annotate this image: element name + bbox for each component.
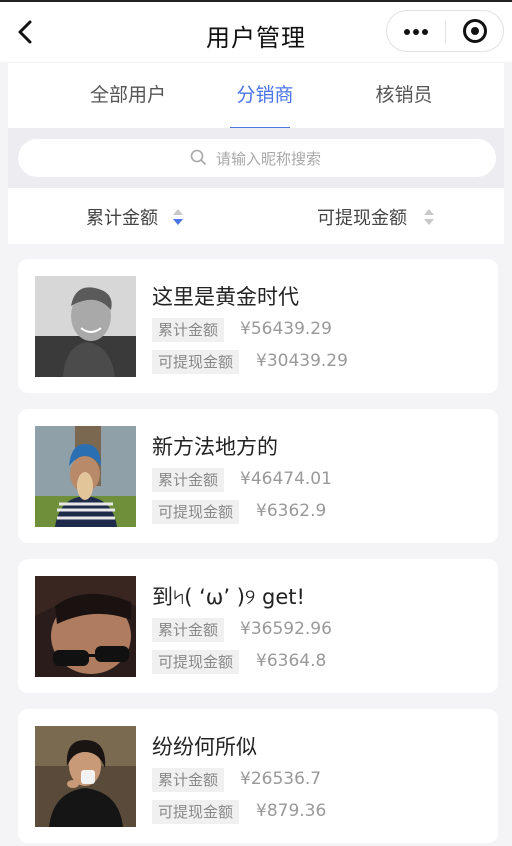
user-name: 这里是黄金时代 (152, 285, 299, 309)
tab-distributors[interactable]: 分销商 (222, 63, 308, 129)
mini-program-capsule (386, 10, 504, 52)
user-name: 到৸( ‘ω’ )୨ get! (152, 585, 305, 609)
search-bar: 请输入昵称搜索 (8, 128, 504, 188)
withdrawable-amount-label: 可提现金额 (152, 350, 240, 374)
withdrawable-amount-value: ¥879.36 (256, 801, 327, 821)
tab-label: 核销员 (375, 84, 433, 106)
tab-verifiers[interactable]: 核销员 (354, 63, 454, 129)
withdrawable-amount-label: 可提现金额 (152, 800, 240, 824)
distributor-card[interactable]: 纷纷何所似 累计金额 ¥26536.7 可提现金额 ¥879.36 (18, 709, 498, 843)
avatar (35, 576, 136, 677)
total-amount-label: 累计金额 (152, 618, 225, 642)
tab-all-users[interactable]: 全部用户 (68, 63, 188, 129)
sort-label: 累计金额 (86, 208, 158, 229)
distributor-card[interactable]: 这里是黄金时代 累计金额 ¥56439.29 可提现金额 ¥30439.29 (18, 259, 498, 393)
navigation-bar: 用户管理 (0, 0, 512, 62)
avatar (35, 276, 136, 377)
sort-total-amount[interactable]: 累计金额 (86, 204, 196, 230)
sort-bar: 累计金额 可提现金额 (8, 188, 504, 244)
capsule-divider (445, 21, 446, 43)
total-amount-label: 累计金额 (152, 318, 225, 342)
total-amount-value: ¥36592.96 (240, 619, 332, 639)
sort-label: 可提现金额 (317, 208, 407, 229)
search-icon (190, 149, 206, 165)
withdrawable-amount-value: ¥30439.29 (256, 351, 348, 371)
tab-label: 全部用户 (89, 84, 166, 106)
user-type-tabs: 全部用户 分销商 核销员 (8, 62, 504, 129)
user-name: 纷纷何所似 (152, 735, 257, 759)
distributor-card[interactable]: 到৸( ‘ω’ )୨ get! 累计金额 ¥36592.96 可提现金额 ¥63… (18, 559, 498, 693)
total-amount-value: ¥56439.29 (240, 319, 332, 339)
withdrawable-amount-label: 可提现金额 (152, 650, 240, 674)
user-name: 新方法地方的 (152, 435, 278, 459)
total-amount-label: 累计金额 (152, 468, 225, 492)
search-input[interactable]: 请输入昵称搜索 (18, 139, 496, 177)
withdrawable-amount-value: ¥6364.8 (256, 651, 327, 671)
avatar (35, 426, 136, 527)
sort-withdrawable-amount[interactable]: 可提现金额 (317, 204, 447, 230)
withdrawable-amount-label: 可提现金额 (152, 500, 240, 524)
search-placeholder: 请输入昵称搜索 (216, 150, 322, 168)
total-amount-label: 累计金额 (152, 768, 225, 792)
tab-label: 分销商 (236, 84, 294, 106)
withdrawable-amount-value: ¥6362.9 (256, 501, 327, 521)
sort-arrows-icon (172, 208, 184, 226)
more-dots-icon[interactable] (387, 11, 445, 51)
target-circle-icon[interactable] (463, 19, 487, 43)
total-amount-value: ¥26536.7 (240, 769, 322, 789)
sort-arrows-icon (423, 208, 435, 226)
avatar (35, 726, 136, 827)
total-amount-value: ¥46474.01 (240, 469, 332, 489)
distributor-card[interactable]: 新方法地方的 累计金额 ¥46474.01 可提现金额 ¥6362.9 (18, 409, 498, 543)
